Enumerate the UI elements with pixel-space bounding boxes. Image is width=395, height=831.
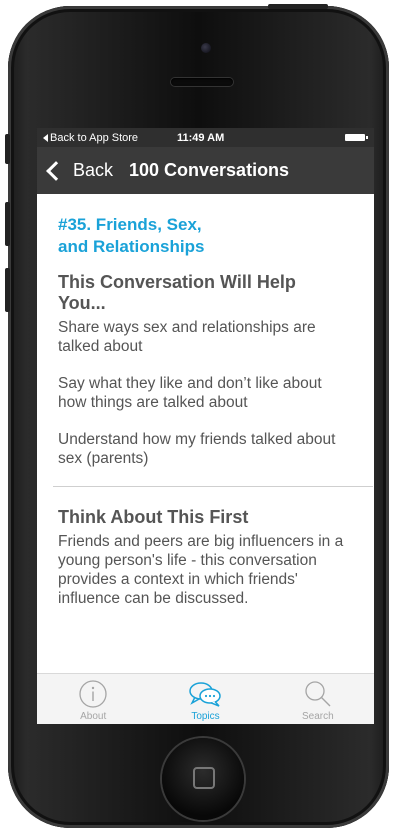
section-divider bbox=[53, 486, 373, 487]
info-icon bbox=[79, 680, 107, 708]
back-button-label: Back bbox=[73, 160, 114, 180]
think-body: Friends and peers are big influencers in… bbox=[58, 533, 344, 607]
tab-topics[interactable]: Topics bbox=[149, 674, 261, 724]
nav-bar: Back 100 Conversations bbox=[37, 147, 374, 194]
back-button[interactable]: Back bbox=[45, 160, 113, 181]
back-to-app-store-label: Back to App Store bbox=[50, 131, 139, 144]
screen: Back to App Store 11:49 AM Back 100 Conv… bbox=[37, 128, 374, 724]
content-scroll[interactable]: #35. Friends, Sex, and Relationships Thi… bbox=[37, 194, 374, 694]
back-triangle-icon bbox=[43, 133, 48, 142]
help-heading-line2: You... bbox=[58, 293, 106, 313]
tab-topics-label: Topics bbox=[191, 711, 220, 722]
volume-down-button bbox=[5, 268, 10, 312]
chat-bubbles-icon bbox=[189, 682, 222, 707]
tab-about-label: About bbox=[80, 711, 107, 722]
status-bar: Back to App Store 11:49 AM bbox=[37, 128, 374, 147]
tab-bar: About Topics Search bbox=[37, 673, 374, 724]
page-title: 100 Conversations bbox=[129, 160, 290, 180]
home-button[interactable] bbox=[162, 738, 244, 820]
help-heading-line1: This Conversation Will Help bbox=[58, 272, 296, 292]
chevron-left-icon bbox=[46, 160, 66, 181]
tab-search-label: Search bbox=[301, 711, 334, 722]
help-item: Understand how my friends talked about s… bbox=[58, 431, 336, 467]
help-heading: This Conversation Will Help You... bbox=[58, 272, 318, 314]
home-square-icon bbox=[193, 767, 215, 789]
battery-icon bbox=[345, 134, 368, 141]
think-heading: Think About This First bbox=[58, 507, 249, 527]
topic-title-line1: #35. Friends, Sex, bbox=[58, 215, 202, 234]
topic-title-line2: and Relationships bbox=[58, 237, 205, 256]
help-item: Say what they like and don’t like about … bbox=[58, 375, 322, 411]
power-button bbox=[268, 4, 328, 9]
tab-search[interactable]: Search bbox=[262, 674, 374, 724]
search-icon bbox=[305, 681, 331, 707]
front-camera bbox=[201, 43, 211, 53]
topic-title: #35. Friends, Sex, and Relationships bbox=[58, 214, 278, 258]
back-to-app-store-link[interactable]: Back to App Store bbox=[43, 132, 138, 144]
volume-up-button bbox=[5, 202, 10, 246]
help-item: Share ways sex and relationships are tal… bbox=[58, 319, 316, 355]
status-time: 11:49 AM bbox=[177, 131, 225, 144]
earpiece-speaker bbox=[171, 78, 233, 86]
mute-switch bbox=[5, 134, 10, 164]
tab-about[interactable]: About bbox=[37, 674, 149, 724]
